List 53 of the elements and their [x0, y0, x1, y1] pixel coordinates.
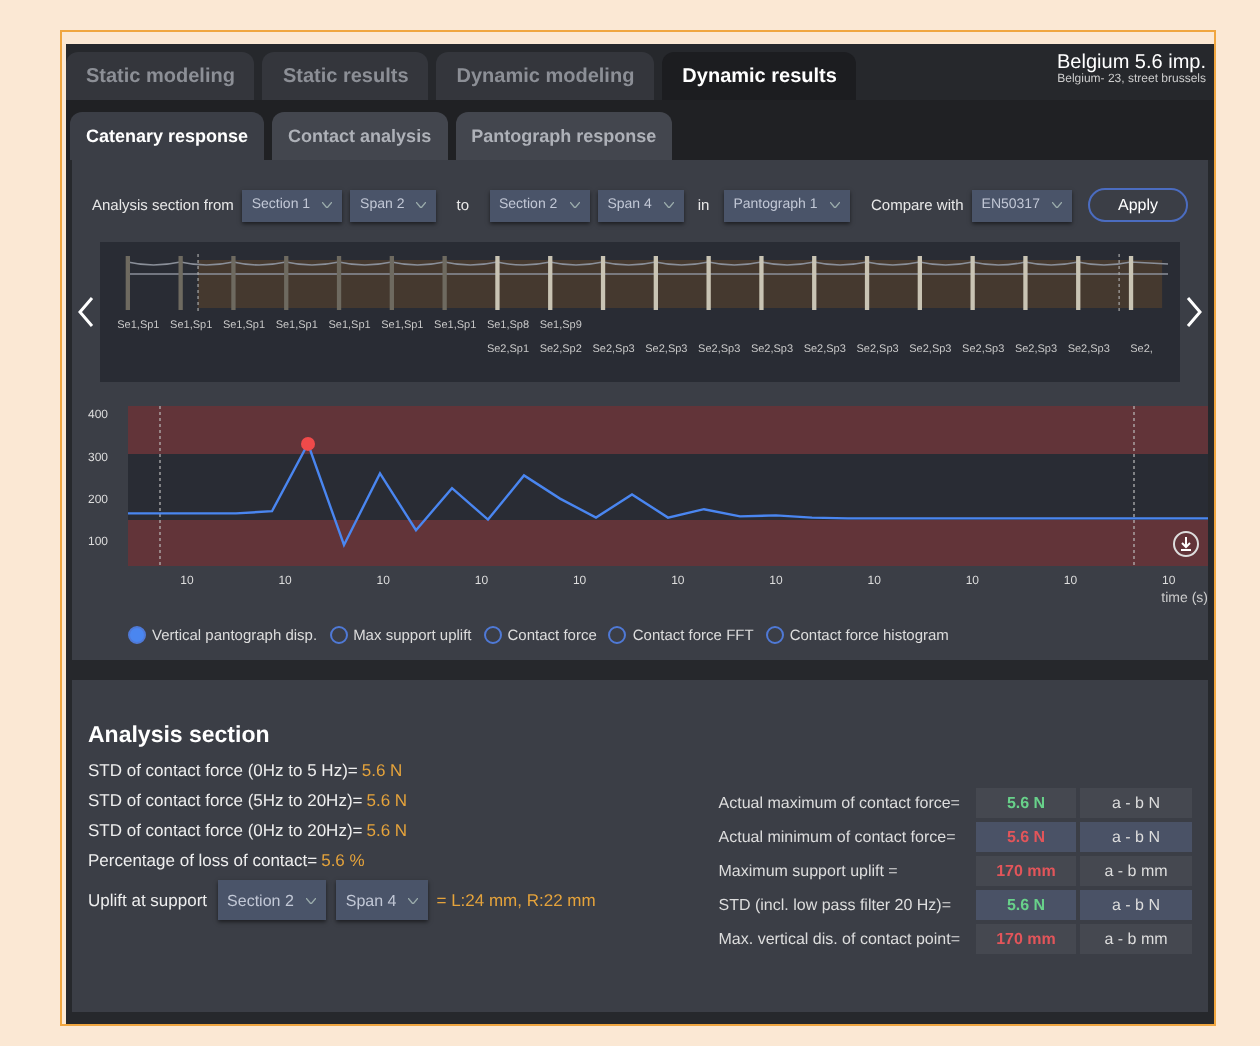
range-cell: a - b N — [1080, 788, 1192, 818]
chevron-left-icon[interactable] — [76, 296, 96, 328]
result-value: 5.6 N — [1006, 828, 1046, 846]
apply-button[interactable]: Apply — [1087, 188, 1188, 222]
result-label: Actual maximum of contact force= — [718, 794, 962, 812]
tab[interactable]: Catenary response — [70, 112, 265, 160]
range-cell: a - b N — [1080, 822, 1192, 852]
result-value: 5.6 N — [1006, 794, 1046, 812]
caret-icon — [663, 202, 674, 208]
caret-icon — [322, 202, 333, 208]
dropdown[interactable]: Section 2 — [217, 880, 326, 920]
caret-icon — [1051, 202, 1062, 208]
stat-value: 5.6 N — [361, 760, 403, 780]
tab[interactable]: Static modeling — [66, 52, 255, 100]
tab[interactable]: Static results — [262, 52, 429, 100]
range-cell: a - b N — [1080, 890, 1192, 920]
stat-label: STD of contact force (0Hz to 20Hz)= — [88, 820, 363, 840]
tab[interactable]: Pantograph response — [455, 112, 673, 160]
tab[interactable]: Dynamic results — [662, 52, 857, 100]
stat-label: Uplift at support — [88, 890, 208, 910]
stat-label: STD of contact force (5Hz to 20Hz)= — [88, 790, 363, 810]
section-title: Analysis section — [88, 724, 272, 748]
range-cell: a - b mm — [1080, 924, 1192, 954]
stat-label: STD of contact force (0Hz to 5 Hz)= — [88, 760, 358, 780]
project-title: Belgium 5.6 imp. — [1057, 52, 1206, 74]
stat-value: 5.6 % — [321, 850, 365, 870]
caret-icon — [305, 897, 316, 903]
stat-value: 5.6 N — [366, 790, 408, 810]
radio-button[interactable] — [128, 626, 146, 644]
caret-icon — [569, 202, 580, 208]
stat-label: Percentage of loss of contact= — [88, 850, 318, 870]
caret-icon — [416, 202, 427, 208]
result-label: Actual minimum of contact force= — [718, 828, 958, 846]
result-label: Maximum support uplift = — [718, 862, 900, 880]
tab[interactable]: Contact analysis — [272, 112, 448, 160]
range-cell: a - b mm — [1080, 856, 1192, 886]
result-label: STD (incl. low pass filter 20 Hz)= — [718, 896, 954, 914]
radio-button[interactable] — [608, 626, 627, 644]
stat-value: 5.6 N — [366, 820, 408, 840]
result-value: 5.6 N — [1006, 896, 1046, 914]
result-value: 170 mm — [996, 862, 1056, 880]
radio-button[interactable] — [329, 626, 348, 644]
caret-icon — [829, 202, 840, 208]
radio-button[interactable] — [765, 626, 784, 644]
result-label: Max. vertical dis. of contact point= — [718, 930, 962, 948]
radio-button[interactable] — [483, 626, 502, 644]
caret-icon — [408, 897, 419, 903]
result-value: 170 mm — [996, 930, 1056, 948]
chevron-right-icon[interactable] — [1184, 296, 1204, 328]
peak-marker — [301, 436, 315, 451]
dropdown[interactable]: Span 4 — [335, 880, 429, 920]
stat-value: = L:24 mm, R:22 mm — [436, 890, 596, 910]
tab[interactable]: Dynamic modeling — [436, 52, 655, 100]
